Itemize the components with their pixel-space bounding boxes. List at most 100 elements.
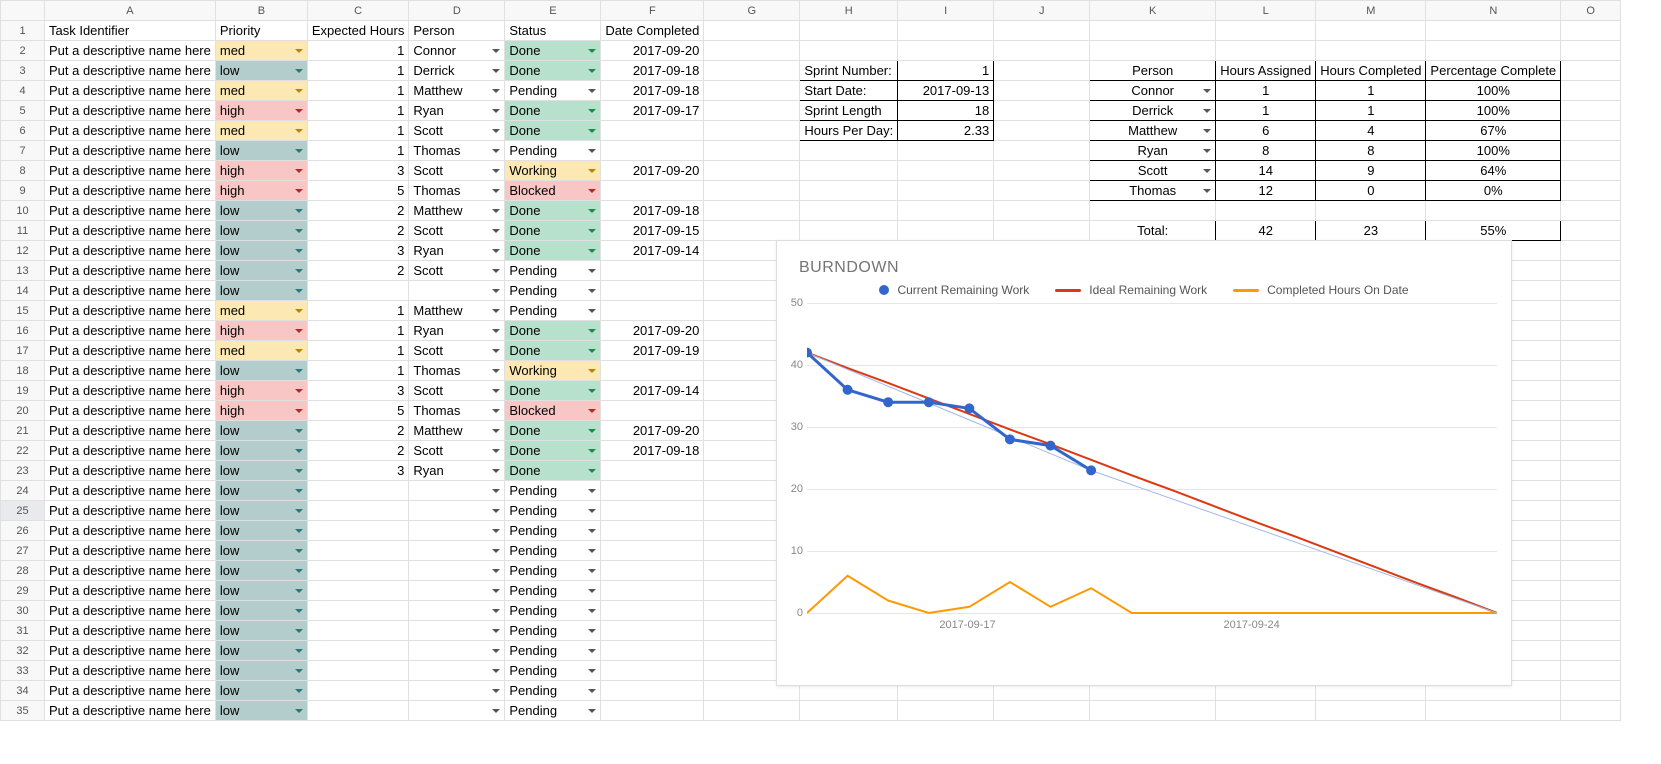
status-dropdown[interactable]: Done <box>505 201 601 221</box>
column-header[interactable]: K <box>1090 1 1216 21</box>
row-header[interactable]: 17 <box>1 341 45 361</box>
person-dropdown[interactable] <box>409 281 505 301</box>
row-header[interactable]: 6 <box>1 121 45 141</box>
people-header-cell[interactable]: Hours Completed <box>1316 61 1426 81</box>
cell[interactable] <box>800 161 898 181</box>
status-dropdown[interactable]: Done <box>505 241 601 261</box>
priority-dropdown[interactable]: low <box>215 521 307 541</box>
status-dropdown[interactable]: Pending <box>505 281 601 301</box>
people-header-cell[interactable]: Hours Assigned <box>1216 61 1316 81</box>
header-cell[interactable]: Priority <box>215 21 307 41</box>
priority-dropdown[interactable]: low <box>215 561 307 581</box>
hours-cell[interactable] <box>307 541 409 561</box>
task-name-cell[interactable]: Put a descriptive name here <box>45 601 216 621</box>
hours-cell[interactable]: 1 <box>307 81 409 101</box>
task-name-cell[interactable]: Put a descriptive name here <box>45 301 216 321</box>
cell[interactable] <box>1216 41 1316 61</box>
status-dropdown[interactable]: Pending <box>505 681 601 701</box>
sprint-value-cell[interactable]: 18 <box>898 101 994 121</box>
completed-cell[interactable]: 8 <box>1316 141 1426 161</box>
person-dropdown[interactable]: Derrick <box>409 61 505 81</box>
task-name-cell[interactable]: Put a descriptive name here <box>45 81 216 101</box>
task-name-cell[interactable]: Put a descriptive name here <box>45 161 216 181</box>
cell[interactable] <box>994 701 1090 721</box>
hours-cell[interactable]: 5 <box>307 401 409 421</box>
priority-dropdown[interactable]: low <box>215 661 307 681</box>
cell[interactable] <box>994 41 1090 61</box>
cell[interactable] <box>1561 561 1621 581</box>
cell[interactable] <box>1316 41 1426 61</box>
person-dropdown[interactable]: Ryan <box>409 241 505 261</box>
priority-dropdown[interactable]: low <box>215 461 307 481</box>
row-header[interactable]: 28 <box>1 561 45 581</box>
status-dropdown[interactable]: Pending <box>505 561 601 581</box>
cell[interactable] <box>800 181 898 201</box>
cell[interactable] <box>1561 121 1621 141</box>
sprint-label-cell[interactable]: Sprint Number: <box>800 61 898 81</box>
task-name-cell[interactable]: Put a descriptive name here <box>45 101 216 121</box>
header-cell[interactable]: Person <box>409 21 505 41</box>
cell[interactable] <box>800 21 898 41</box>
assigned-cell[interactable]: 1 <box>1216 101 1316 121</box>
hours-cell[interactable] <box>307 681 409 701</box>
column-header[interactable]: N <box>1426 1 1561 21</box>
row-header[interactable]: 5 <box>1 101 45 121</box>
assigned-cell[interactable]: 8 <box>1216 141 1316 161</box>
priority-dropdown[interactable]: low <box>215 201 307 221</box>
row-header[interactable]: 15 <box>1 301 45 321</box>
cell[interactable] <box>1561 661 1621 681</box>
column-header[interactable]: I <box>898 1 994 21</box>
status-dropdown[interactable]: Pending <box>505 301 601 321</box>
priority-dropdown[interactable]: low <box>215 621 307 641</box>
cell[interactable] <box>800 701 898 721</box>
date-cell[interactable] <box>601 661 704 681</box>
hours-cell[interactable]: 2 <box>307 441 409 461</box>
cell[interactable] <box>898 181 994 201</box>
row-header[interactable]: 11 <box>1 221 45 241</box>
cell[interactable] <box>1316 701 1426 721</box>
cell[interactable] <box>1561 21 1621 41</box>
cell[interactable] <box>1561 401 1621 421</box>
cell[interactable] <box>1561 281 1621 301</box>
task-name-cell[interactable]: Put a descriptive name here <box>45 541 216 561</box>
status-dropdown[interactable]: Pending <box>505 641 601 661</box>
row-header[interactable]: 35 <box>1 701 45 721</box>
row-header[interactable]: 3 <box>1 61 45 81</box>
completed-cell[interactable]: 4 <box>1316 121 1426 141</box>
hours-cell[interactable] <box>307 581 409 601</box>
row-header[interactable]: 12 <box>1 241 45 261</box>
task-name-cell[interactable]: Put a descriptive name here <box>45 481 216 501</box>
person-dropdown[interactable]: Ryan <box>409 101 505 121</box>
person-dropdown[interactable] <box>409 681 505 701</box>
date-cell[interactable]: 2017-09-17 <box>601 101 704 121</box>
cell[interactable] <box>1561 581 1621 601</box>
status-dropdown[interactable]: Pending <box>505 661 601 681</box>
sprint-label-cell[interactable]: Hours Per Day: <box>800 121 898 141</box>
task-name-cell[interactable]: Put a descriptive name here <box>45 441 216 461</box>
cell[interactable] <box>1561 141 1621 161</box>
priority-dropdown[interactable]: med <box>215 81 307 101</box>
task-name-cell[interactable]: Put a descriptive name here <box>45 421 216 441</box>
row-header[interactable]: 24 <box>1 481 45 501</box>
status-dropdown[interactable]: Done <box>505 101 601 121</box>
cell[interactable] <box>704 221 800 241</box>
hours-cell[interactable]: 1 <box>307 321 409 341</box>
hours-cell[interactable]: 1 <box>307 121 409 141</box>
cell[interactable] <box>1561 701 1621 721</box>
sprint-label-cell[interactable]: Start Date: <box>800 81 898 101</box>
column-header[interactable]: A <box>45 1 216 21</box>
hours-cell[interactable]: 3 <box>307 241 409 261</box>
date-cell[interactable]: 2017-09-19 <box>601 341 704 361</box>
task-name-cell[interactable]: Put a descriptive name here <box>45 461 216 481</box>
task-name-cell[interactable]: Put a descriptive name here <box>45 581 216 601</box>
person-name-dropdown[interactable]: Derrick <box>1090 101 1216 121</box>
row-header[interactable]: 8 <box>1 161 45 181</box>
date-cell[interactable]: 2017-09-14 <box>601 241 704 261</box>
status-dropdown[interactable]: Working <box>505 161 601 181</box>
hours-cell[interactable]: 1 <box>307 61 409 81</box>
person-dropdown[interactable]: Matthew <box>409 201 505 221</box>
completed-cell[interactable]: 0 <box>1316 181 1426 201</box>
row-header[interactable]: 23 <box>1 461 45 481</box>
task-name-cell[interactable]: Put a descriptive name here <box>45 321 216 341</box>
completed-cell[interactable]: 1 <box>1316 81 1426 101</box>
